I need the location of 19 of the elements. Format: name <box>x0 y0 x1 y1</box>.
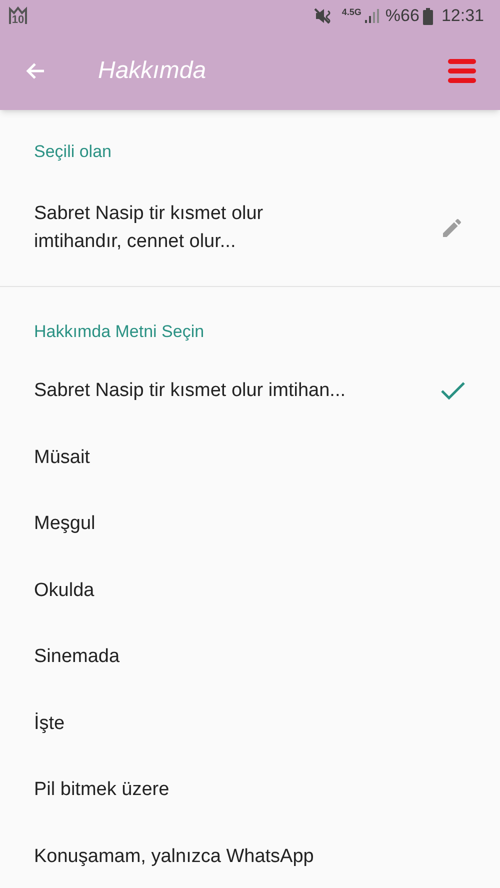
status-option[interactable]: İşte <box>34 690 466 757</box>
signal-icon <box>365 9 382 23</box>
menu-icon[interactable] <box>448 58 476 84</box>
status-option[interactable]: Okulda <box>34 558 466 624</box>
network-type: 4.5G <box>342 8 362 17</box>
battery-percent: %66 <box>385 5 420 28</box>
battery-icon <box>423 8 434 24</box>
status-option[interactable]: Müsait <box>34 424 466 491</box>
clock: 12:31 <box>441 5 484 28</box>
status-option[interactable]: Sinemada <box>34 624 466 690</box>
current-about-text: Sabret Nasip tir kısmet olur imtihandır, cennet olur... <box>34 202 264 254</box>
section-header: Seçili olan <box>34 141 112 160</box>
status-option[interactable]: Konuşamam, yalnızca WhatsApp <box>34 824 466 888</box>
section-header: Hakkımda Metni Seçin <box>34 321 206 343</box>
screen-title: Hakkımda <box>98 56 206 86</box>
status-option[interactable]: Meşgul <box>34 491 466 558</box>
pencil-icon[interactable] <box>440 216 464 240</box>
status-option[interactable]: Sabret Nasip tir kısmet olur imtihan... <box>34 358 466 424</box>
status-option[interactable]: Pil bitmek üzere <box>34 757 466 824</box>
